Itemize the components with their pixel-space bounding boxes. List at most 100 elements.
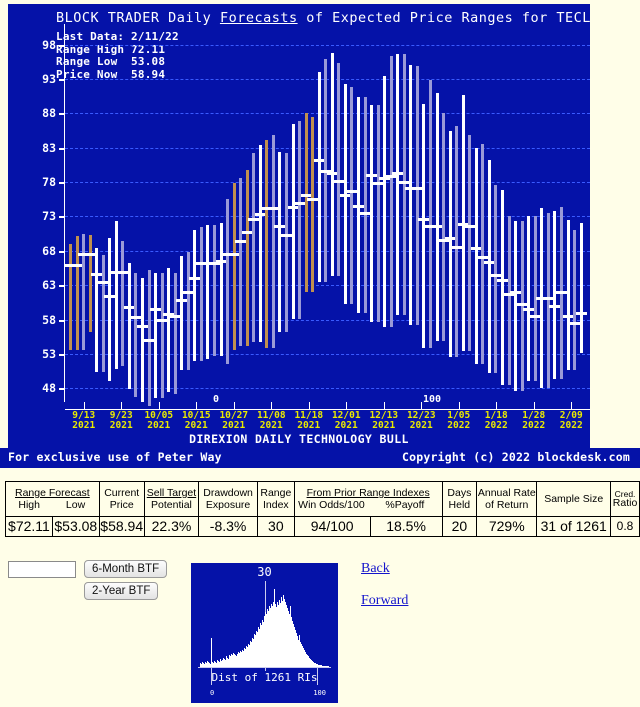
y-axis-tick-label: 48 xyxy=(42,381,56,396)
current-price-tick xyxy=(294,201,306,205)
footer-user-text: For exclusive use of Peter Way xyxy=(8,450,222,464)
price-range-bar xyxy=(121,241,125,366)
current-price-tick xyxy=(490,274,502,278)
header-secondary-label: High xyxy=(18,499,40,511)
current-price-tick xyxy=(267,207,279,211)
histogram-x-min-label: 0 xyxy=(210,689,215,697)
y-axis-tick xyxy=(59,353,65,356)
current-price-tick xyxy=(339,193,351,197)
table-cell: $72.11 xyxy=(5,516,53,537)
x-axis-tick xyxy=(383,402,385,409)
header-secondary-label: %Payoff xyxy=(385,499,425,511)
price-range-bar xyxy=(566,219,570,371)
ri-scale-min-marker: 0 xyxy=(213,394,220,405)
x-axis-tick xyxy=(121,402,123,409)
current-price-tick xyxy=(542,296,554,300)
gridline xyxy=(65,147,590,149)
current-price-tick xyxy=(156,319,168,323)
chart-footer-band: For exclusive use of Peter Way Copyright… xyxy=(0,448,640,468)
header-primary-label: From Prior Range Indexes xyxy=(306,487,430,499)
table-column-header: Annual Rate of Return xyxy=(476,481,538,517)
header-primary-label: Days xyxy=(447,487,472,499)
forward-link[interactable]: Forward xyxy=(361,593,408,609)
gridline xyxy=(65,44,590,46)
gridline xyxy=(65,78,590,80)
y-axis-tick-label: 63 xyxy=(42,278,56,293)
table-cell: 18.5% xyxy=(369,516,443,537)
price-range-bar xyxy=(213,225,216,356)
header-secondary-label: Held xyxy=(448,499,471,511)
table-cell: 729% xyxy=(476,516,538,537)
current-price-tick xyxy=(307,197,319,201)
current-price-tick xyxy=(235,239,247,243)
price-range-bar xyxy=(180,256,184,371)
price-range-bar xyxy=(579,222,583,354)
price-range-plot xyxy=(65,24,590,407)
current-price-tick xyxy=(353,204,365,208)
price-range-bar xyxy=(448,130,452,357)
y-axis-tick-label: 78 xyxy=(42,175,56,190)
price-range-bar xyxy=(252,153,256,343)
price-range-bar xyxy=(396,53,400,316)
price-range-bar xyxy=(455,126,459,357)
price-range-bar xyxy=(219,223,223,356)
current-price-tick xyxy=(385,175,397,179)
price-range-bar xyxy=(487,160,491,374)
gridline xyxy=(65,182,590,184)
current-price-tick xyxy=(176,298,188,302)
price-range-bar xyxy=(481,143,485,364)
y-axis-tick-label: 88 xyxy=(42,106,56,121)
price-range-bar xyxy=(173,273,177,395)
y-axis-tick xyxy=(59,147,65,150)
histogram-caption: Dist of 1261 RIs xyxy=(211,671,318,684)
table-cell: 94/100 xyxy=(293,516,371,537)
current-price-tick xyxy=(444,236,456,240)
price-range-bar xyxy=(82,234,86,350)
price-range-bar xyxy=(271,135,275,348)
table-body: $72.11 $53.08 $58.94 22.3% -8.3% 30 94/100 18.5… xyxy=(5,516,640,537)
price-range-bar xyxy=(154,272,158,398)
y-axis-tick xyxy=(59,216,65,219)
price-range-bar xyxy=(442,112,446,341)
header-secondary-label: Index xyxy=(263,499,289,511)
price-range-bar xyxy=(193,230,197,361)
current-price-tick xyxy=(215,259,227,263)
y-axis-tick xyxy=(59,78,65,81)
current-price-tick xyxy=(84,253,96,257)
price-range-bar xyxy=(350,86,354,305)
current-price-tick xyxy=(137,324,148,328)
y-axis-tick xyxy=(59,285,65,288)
chart-subtitle: DIREXION DAILY TECHNOLOGY BULL xyxy=(189,432,409,446)
current-price-tick xyxy=(483,260,495,264)
forecast-summary-table: Range Forecast High Low Current Price Sell Ta… xyxy=(5,481,640,537)
current-price-tick xyxy=(248,218,260,222)
y-axis-tick-label: 93 xyxy=(42,71,56,86)
price-range-bar xyxy=(402,54,406,316)
x-axis-tick xyxy=(233,402,235,409)
price-range-bar xyxy=(291,124,295,319)
current-price-tick xyxy=(555,291,567,295)
six-month-btf-button[interactable]: 6-Month BTF xyxy=(84,560,168,578)
x-axis-tick xyxy=(158,402,160,409)
two-year-btf-button[interactable]: 2-Year BTF xyxy=(84,582,159,600)
y-axis-tick xyxy=(59,250,65,253)
header-secondary-label: Ratio xyxy=(612,497,638,509)
price-range-bar xyxy=(298,120,302,319)
y-axis-tick-label: 98 xyxy=(42,37,56,52)
ticker-search-input[interactable] xyxy=(8,561,76,578)
current-price-tick xyxy=(333,179,345,183)
y-axis-tick xyxy=(59,113,65,116)
y-axis-tick xyxy=(59,388,65,391)
back-link[interactable]: Back xyxy=(361,561,390,577)
current-price-tick xyxy=(123,306,135,310)
current-price-tick xyxy=(451,245,463,249)
current-price-tick xyxy=(326,171,338,175)
current-price-tick xyxy=(497,278,509,282)
price-range-bar xyxy=(546,213,550,388)
header-secondary-label: Exposure xyxy=(205,499,251,511)
current-price-tick xyxy=(392,171,404,175)
current-price-tick xyxy=(143,339,155,343)
gridline xyxy=(65,113,590,115)
price-range-bar xyxy=(363,96,367,314)
table-cell: $53.08 xyxy=(51,516,100,537)
